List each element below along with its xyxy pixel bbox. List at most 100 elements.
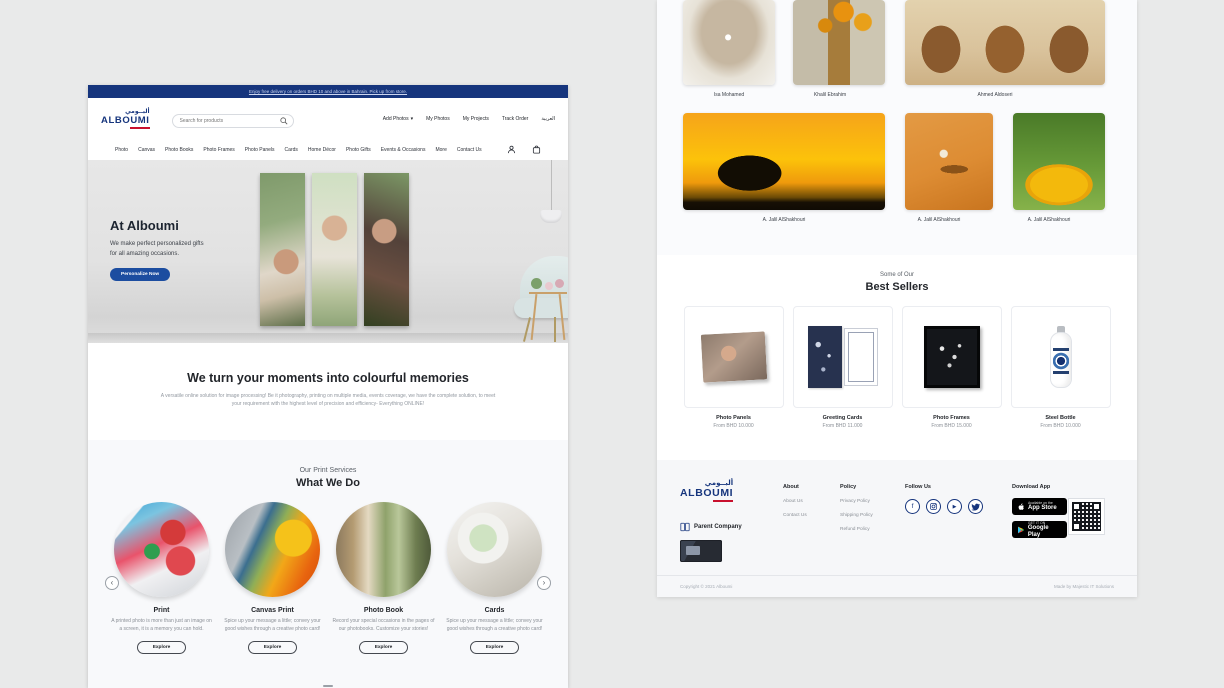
copyright-text: Copyright © 2021 Alboumi bbox=[680, 584, 732, 589]
add-photos-link[interactable]: Add Photos ▾ bbox=[383, 116, 413, 122]
product-steel-bottle: Steel Bottle From BHD 10.000 bbox=[1011, 306, 1111, 429]
hero-subtitle: We make perfect personalized gifts for a… bbox=[110, 240, 204, 260]
family-photo-panel-3 bbox=[364, 173, 409, 326]
footer-bottom-bar: Copyright © 2021 Alboumi Made by Majesti… bbox=[657, 575, 1137, 597]
search-input[interactable] bbox=[172, 114, 294, 128]
steel-bottle-card[interactable] bbox=[1011, 306, 1111, 408]
gallery-item-rider[interactable]: A. Jalil AlShakhouri bbox=[683, 113, 885, 223]
best-sellers-heading: Best Sellers bbox=[657, 281, 1137, 293]
intro-heading: We turn your moments into colourful memo… bbox=[187, 371, 469, 385]
explore-canvas-print-button[interactable]: Explore bbox=[248, 641, 298, 654]
photo-frames-card[interactable] bbox=[902, 306, 1002, 408]
nav-item-photo-panels[interactable]: Photo Panels bbox=[245, 147, 275, 153]
print-card-image[interactable] bbox=[114, 502, 209, 597]
announcement-bar: Enjoy free delivery on orders BHD 10 and… bbox=[88, 85, 568, 98]
gallery-item-desert[interactable]: A. Jalil AlShakhouri bbox=[885, 113, 993, 223]
footer-policy-column: Policy Privacy Policy Shipping Policy Re… bbox=[840, 484, 873, 532]
app-download-qr-code bbox=[1068, 498, 1105, 535]
track-order-link[interactable]: Track Order bbox=[502, 116, 528, 122]
footer-alboumi-logo[interactable]: ألبــومي ALBOUMI bbox=[680, 480, 733, 502]
carousel-prev-arrow[interactable]: ‹ bbox=[105, 576, 119, 590]
product-photo-frames: Photo Frames From BHD 15.000 bbox=[902, 306, 1002, 429]
desert-camel-photo bbox=[905, 113, 993, 210]
about-us-link[interactable]: About Us bbox=[783, 499, 807, 504]
my-photos-link[interactable]: My Photos bbox=[426, 116, 450, 122]
privacy-policy-link[interactable]: Privacy Policy bbox=[840, 499, 873, 504]
product-greeting-cards: Greeting Cards From BHD 11.000 bbox=[793, 306, 893, 429]
instagram-icon[interactable] bbox=[926, 499, 941, 514]
hero-title: At Alboumi bbox=[110, 218, 179, 233]
nav-item-photo-gifts[interactable]: Photo Gifts bbox=[346, 147, 371, 153]
nav-item-photo[interactable]: Photo bbox=[115, 147, 128, 153]
my-projects-link[interactable]: My Projects bbox=[463, 116, 489, 122]
steel-bottle-product-image bbox=[1049, 326, 1073, 388]
gallery-screenshot-panel: Isa Mohamed Khalil Ebrahim Ahmed Aldoser… bbox=[657, 0, 1137, 597]
service-card-cards: Cards Spice up your message a little; co… bbox=[439, 502, 550, 654]
best-sellers-grid: Photo Panels From BHD 10.000 Greeting Ca… bbox=[657, 306, 1137, 429]
parent-company-logo[interactable] bbox=[680, 540, 722, 562]
intro-description: A versatile online solution for image pr… bbox=[161, 392, 496, 408]
nav-item-home-decor[interactable]: Home Décor bbox=[308, 147, 336, 153]
facebook-icon[interactable]: f bbox=[905, 499, 920, 514]
shopping-bag-icon[interactable] bbox=[532, 145, 541, 154]
carousel-next-arrow[interactable]: › bbox=[537, 576, 551, 590]
yellow-flower-photo bbox=[1013, 113, 1105, 210]
footer-download-column: Download App Available on the App Store bbox=[1012, 484, 1067, 538]
oyster-pearl-photo bbox=[683, 0, 775, 85]
nav-item-canvas[interactable]: Canvas bbox=[138, 147, 155, 153]
contact-us-link[interactable]: Contact Us bbox=[783, 513, 807, 518]
gallery-item-horses[interactable]: Ahmed Aldoseri bbox=[885, 0, 1105, 98]
nav-icons bbox=[507, 145, 541, 154]
language-toggle-arabic[interactable]: العربية bbox=[541, 116, 555, 122]
nav-item-events-occasions[interactable]: Events & Occasions bbox=[381, 147, 426, 153]
nav-item-more[interactable]: More bbox=[435, 147, 446, 153]
nav-item-photo-books[interactable]: Photo Books bbox=[165, 147, 193, 153]
explore-cards-button[interactable]: Explore bbox=[470, 641, 520, 654]
gallery-item-palm[interactable]: Khalil Ebrahim bbox=[775, 0, 885, 98]
photo-panels-card[interactable] bbox=[684, 306, 784, 408]
service-card-print: Print A printed photo is more than just … bbox=[106, 502, 217, 654]
refund-policy-link[interactable]: Refund Policy bbox=[840, 527, 873, 532]
hanging-lamp-shade-graphic bbox=[540, 210, 562, 223]
greeting-cards-card[interactable] bbox=[793, 306, 893, 408]
google-play-icon bbox=[1017, 526, 1025, 534]
open-book-icon bbox=[680, 522, 690, 532]
personalize-now-button[interactable]: Personalize Now bbox=[110, 268, 170, 281]
photo-book-card-image[interactable] bbox=[336, 502, 431, 597]
photographer-gallery-section: Isa Mohamed Khalil Ebrahim Ahmed Aldoser… bbox=[657, 0, 1137, 255]
search-icon[interactable] bbox=[280, 112, 288, 120]
service-card-photo-book: Photo Book Record your special occasions… bbox=[328, 502, 439, 654]
cards-card-image[interactable] bbox=[447, 502, 542, 597]
twitter-icon[interactable] bbox=[968, 499, 983, 514]
best-sellers-kicker: Some of Our bbox=[657, 272, 1137, 278]
canvas-print-card-image[interactable] bbox=[225, 502, 320, 597]
footer-about-column: About About Us Contact Us bbox=[783, 484, 807, 518]
google-play-badge[interactable]: GET IT ON Google Play bbox=[1012, 521, 1067, 538]
user-account-icon[interactable] bbox=[507, 145, 516, 154]
carousel-indicator bbox=[323, 685, 333, 687]
intro-section: We turn your moments into colourful memo… bbox=[88, 343, 568, 440]
app-store-badge[interactable]: Available on the App Store bbox=[1012, 498, 1067, 515]
parent-company-link[interactable]: Parent Company bbox=[680, 522, 742, 532]
service-card-canvas-print: Canvas Print Spice up your message a lit… bbox=[217, 502, 328, 654]
services-carousel: Print A printed photo is more than just … bbox=[88, 502, 568, 654]
product-photo-panels: Photo Panels From BHD 10.000 bbox=[684, 306, 784, 429]
announcement-link[interactable]: Enjoy free delivery on orders BHD 10 and… bbox=[249, 89, 407, 94]
hero-banner: At Alboumi We make perfect personalized … bbox=[88, 160, 568, 343]
chevron-down-icon: ▾ bbox=[411, 116, 414, 122]
horse-rider-sunset-photo bbox=[683, 113, 885, 210]
gallery-item-pearl[interactable]: Isa Mohamed bbox=[683, 0, 775, 98]
alboumi-logo[interactable]: ألبــومي ALBOUMI bbox=[101, 109, 150, 129]
shipping-policy-link[interactable]: Shipping Policy bbox=[840, 513, 873, 518]
main-nav: Photo Canvas Photo Books Photo Frames Ph… bbox=[88, 139, 568, 160]
gallery-row-1: Isa Mohamed Khalil Ebrahim Ahmed Aldoser… bbox=[683, 0, 1111, 98]
youtube-icon[interactable]: ▶ bbox=[947, 499, 962, 514]
nav-item-photo-frames[interactable]: Photo Frames bbox=[203, 147, 234, 153]
gallery-item-flower[interactable]: A. Jalil AlShakhouri bbox=[993, 113, 1105, 223]
explore-photo-book-button[interactable]: Explore bbox=[359, 641, 409, 654]
explore-print-button[interactable]: Explore bbox=[137, 641, 187, 654]
nav-item-contact-us[interactable]: Contact Us bbox=[457, 147, 482, 153]
footer-logo-red-accent bbox=[713, 500, 733, 502]
header-links: Add Photos ▾ My Photos My Projects Track… bbox=[383, 116, 555, 122]
nav-item-cards[interactable]: Cards bbox=[285, 147, 298, 153]
